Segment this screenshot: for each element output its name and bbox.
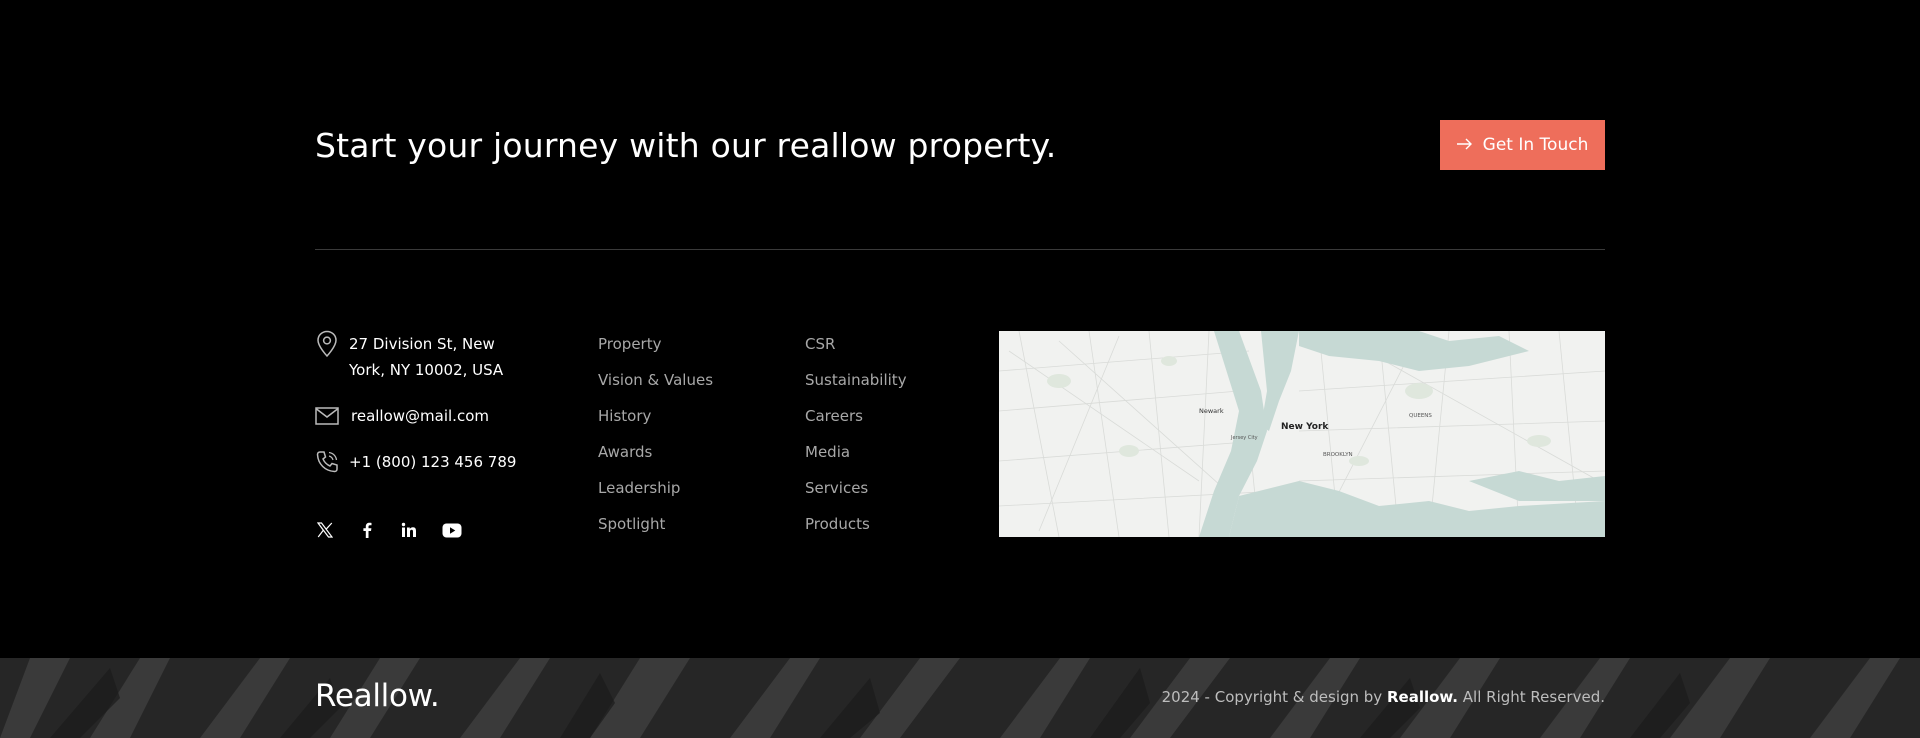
phone-icon: [315, 449, 339, 475]
footer-link-vision-values[interactable]: Vision & Values: [598, 367, 713, 403]
footer-link-sustainability[interactable]: Sustainability: [805, 367, 907, 403]
map-label-brooklyn: BROOKLYN: [1323, 452, 1353, 458]
footer-links-column-1: Property Vision & Values History Awards …: [598, 331, 713, 547]
location-map[interactable]: New York Newark QUEENS BROOKLYN Jersey C…: [999, 331, 1605, 537]
map-label-queens: QUEENS: [1409, 413, 1432, 419]
cta-title: Start your journey with our reallow prop…: [315, 125, 1057, 165]
copyright-text: 2024 - Copyright & design by Reallow. Al…: [1162, 688, 1605, 706]
address-line-1: 27 Division St, New: [349, 335, 495, 353]
map-label-newark: Newark: [1199, 407, 1224, 415]
x-icon[interactable]: [315, 520, 335, 540]
background-texture: [0, 658, 1920, 738]
footer-link-services[interactable]: Services: [805, 475, 907, 511]
address-line-2: York, NY 10002, USA: [349, 361, 504, 379]
get-in-touch-button[interactable]: Get In Touch: [1440, 120, 1605, 170]
linkedin-icon[interactable]: [399, 520, 419, 540]
footer-logo[interactable]: Reallow.: [315, 678, 440, 714]
email-row: reallow@mail.com: [315, 403, 489, 429]
footer-link-property[interactable]: Property: [598, 331, 713, 367]
get-in-touch-label: Get In Touch: [1482, 135, 1589, 155]
map-pin-icon: [315, 330, 339, 358]
footer-link-products[interactable]: Products: [805, 511, 907, 547]
map-label-new-york: New York: [1281, 422, 1329, 432]
footer-link-awards[interactable]: Awards: [598, 439, 713, 475]
footer-bar: Reallow. 2024 - Copyright & design by Re…: [0, 658, 1920, 738]
youtube-icon[interactable]: [441, 520, 463, 540]
footer-links-column-2: CSR Sustainability Careers Media Service…: [805, 331, 907, 547]
address-row: 27 Division St, New York, NY 10002, USA: [315, 330, 504, 383]
copyright-prefix: 2024 - Copyright & design by: [1161, 688, 1383, 706]
footer-link-csr[interactable]: CSR: [805, 331, 907, 367]
copyright-brand: Reallow.: [1386, 688, 1458, 706]
phone-row: +1 (800) 123 456 789: [315, 449, 516, 475]
social-links: [315, 520, 463, 540]
facebook-icon[interactable]: [357, 520, 377, 540]
footer-link-spotlight[interactable]: Spotlight: [598, 511, 713, 547]
footer-link-history[interactable]: History: [598, 403, 713, 439]
divider: [315, 249, 1605, 250]
footer-link-media[interactable]: Media: [805, 439, 907, 475]
footer-link-leadership[interactable]: Leadership: [598, 475, 713, 511]
arrow-right-icon: [1456, 137, 1473, 154]
footer-link-careers[interactable]: Careers: [805, 403, 907, 439]
mail-icon: [315, 403, 339, 429]
phone-link[interactable]: +1 (800) 123 456 789: [349, 449, 516, 475]
map-label-jersey-city: Jersey City: [1230, 435, 1258, 441]
cta-section: Start your journey with our reallow prop…: [315, 120, 1605, 170]
copyright-suffix: All Right Reserved.: [1462, 688, 1605, 706]
email-link[interactable]: reallow@mail.com: [351, 403, 489, 429]
